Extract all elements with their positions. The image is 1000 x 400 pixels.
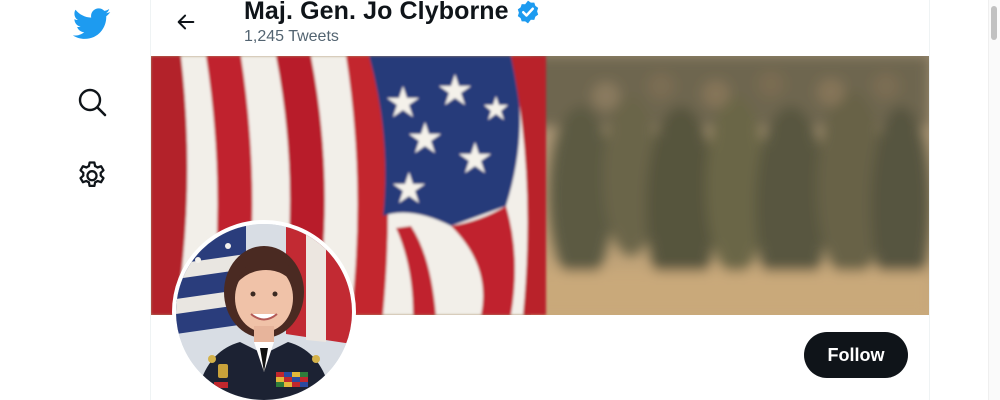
twitter-bird-glyph [73,8,111,39]
column-divider-right [929,0,930,400]
verified-badge-icon [515,0,541,25]
twitter-bird-icon[interactable] [70,4,114,44]
profile-name: Maj. Gen. Jo Clyborne [244,0,509,25]
follow-button[interactable]: Follow [804,332,908,378]
search-glyph [78,88,107,117]
gear-icon[interactable] [72,156,112,196]
back-button[interactable] [168,4,204,40]
profile-avatar[interactable] [172,220,356,400]
verified-badge-glyph [517,0,538,23]
tweet-count: 1,245 Tweets [244,28,339,45]
arrow-left-icon [177,14,195,30]
scrollbar-thumb[interactable] [991,6,997,40]
gear-glyph [79,161,105,188]
search-icon[interactable] [72,82,112,122]
avatar-photo [176,224,352,400]
profile-header-title: Maj. Gen. Jo Clyborne [244,0,541,26]
scrollbar-track[interactable] [988,0,1000,400]
